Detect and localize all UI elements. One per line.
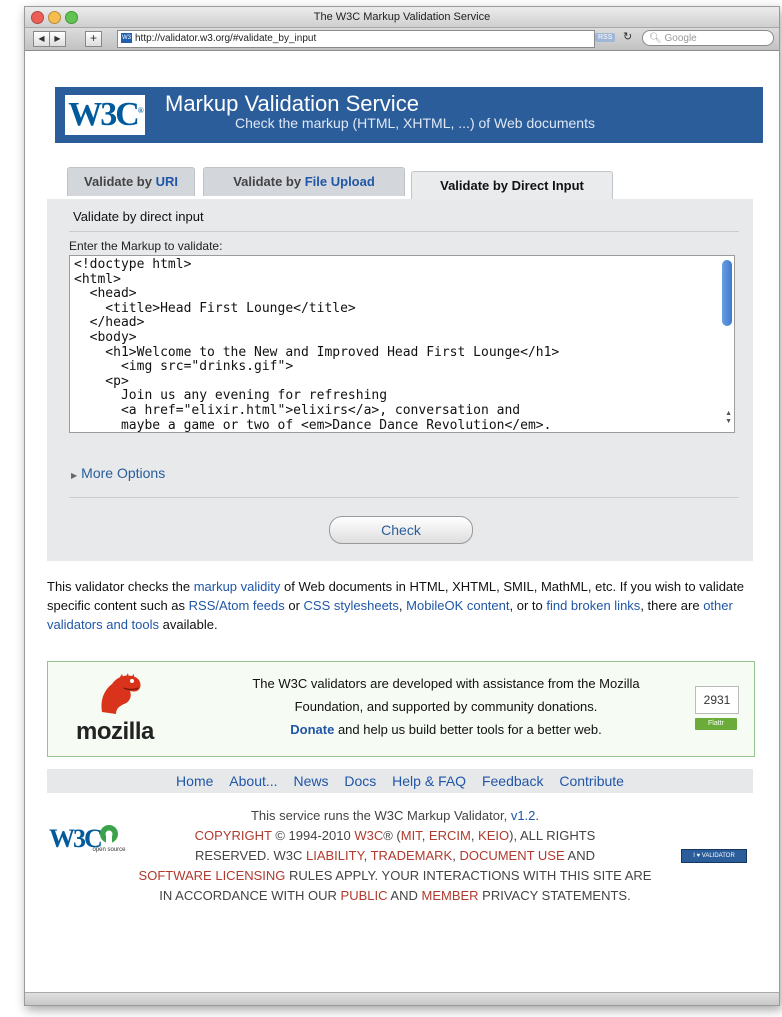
nav-docs-link[interactable]: Docs (344, 773, 376, 789)
validation-tabs: Validate by URI Validate by File Upload … (57, 161, 761, 202)
back-button[interactable]: ◀ (33, 31, 50, 47)
validator-version-link[interactable]: v1.2 (511, 808, 536, 823)
flattr-button[interactable]: Flattr (695, 718, 737, 730)
nav-help-faq-link[interactable]: Help & FAQ (392, 773, 466, 789)
address-bar[interactable]: W3 http://validator.w3.org/#validate_by_i… (117, 30, 595, 48)
markup-validity-link[interactable]: markup validity (194, 579, 281, 594)
intro-text: This validator checks the markup validit… (47, 579, 744, 632)
nav-news-link[interactable]: News (293, 773, 328, 789)
public-link[interactable]: PUBLIC (341, 888, 388, 903)
close-window-icon[interactable] (31, 11, 44, 24)
scrollbar-thumb[interactable] (722, 260, 732, 326)
markup-text: <!doctype html> <html> <head> <title>Hea… (74, 257, 560, 433)
mobileok-link[interactable]: MobileOK content (406, 598, 509, 613)
title-bar: The W3C Markup Validation Service (25, 7, 779, 28)
ercim-link[interactable]: ERCIM (429, 828, 471, 843)
page-content: W3C® Markup Validation Service Check the… (25, 51, 779, 1005)
browser-window: The W3C Markup Validation Service ◀ ▶ + … (24, 6, 780, 1006)
minimize-window-icon[interactable] (48, 11, 61, 24)
tab-validate-by-direct-input[interactable]: Validate by Direct Input (411, 171, 613, 202)
nav-home-link[interactable]: Home (176, 773, 213, 789)
scroll-arrows-icon[interactable]: ▲ ▼ (725, 410, 732, 426)
document-use-link[interactable]: DOCUMENT USE (459, 848, 564, 863)
member-link[interactable]: MEMBER (421, 888, 478, 903)
find-broken-links-link[interactable]: find broken links (546, 598, 640, 613)
rss-icon[interactable]: RSS (595, 33, 616, 42)
footer-nav: Home About... News Docs Help & FAQ Feedb… (47, 769, 753, 793)
form-heading: Validate by direct input (73, 209, 204, 224)
i-love-validator-badge[interactable]: I ♥ VALIDATOR (681, 849, 747, 863)
donate-link[interactable]: Donate (290, 722, 334, 737)
status-bar (25, 992, 779, 1005)
rss-atom-feeds-link[interactable]: RSS/Atom feeds (189, 598, 285, 613)
url-text: http://validator.w3.org/#validate_by_inp… (135, 33, 317, 44)
search-icon: 🔍︎ (649, 33, 662, 44)
w3c-logo[interactable]: W3C® (65, 95, 145, 135)
tab-validate-by-uri[interactable]: Validate by URI (67, 167, 195, 196)
mozilla-wordmark[interactable]: mozilla (76, 718, 154, 746)
tab-validate-by-file-upload[interactable]: Validate by File Upload (203, 167, 405, 196)
liability-link[interactable]: LIABILITY (306, 848, 364, 863)
software-licensing-link[interactable]: SOFTWARE LICENSING (139, 868, 286, 883)
trademark-link[interactable]: TRADEMARK (371, 848, 453, 863)
mozilla-sponsor-box: mozilla The W3C validators are developed… (47, 661, 755, 757)
check-button[interactable]: Check (329, 516, 473, 544)
disclosure-triangle-icon: ▶ (71, 471, 78, 480)
page-title: Markup Validation Service (165, 91, 419, 116)
mit-link[interactable]: MIT (401, 828, 422, 843)
search-field[interactable]: 🔍︎ Google (642, 30, 774, 46)
zoom-window-icon[interactable] (65, 11, 78, 24)
favicon-icon: W3 (121, 33, 132, 44)
window-title: The W3C Markup Validation Service (313, 11, 491, 23)
divider (69, 231, 739, 232)
nav-about-link[interactable]: About... (229, 773, 277, 789)
keio-link[interactable]: KEIO (478, 828, 509, 843)
w3c-link[interactable]: W3C (354, 828, 383, 843)
search-placeholder: Google (664, 33, 697, 44)
browser-toolbar: ◀ ▶ + W3 http://validator.w3.org/#validat… (25, 28, 779, 51)
mozilla-dinosaur-icon[interactable] (94, 672, 146, 716)
nav-feedback-link[interactable]: Feedback (482, 773, 543, 789)
legal-footer: This service runs the W3C Markup Validat… (138, 808, 652, 903)
markup-field-label: Enter the Markup to validate: (69, 239, 223, 253)
window-controls (31, 11, 78, 24)
divider (69, 497, 739, 498)
more-options-toggle[interactable]: ▶ More Options (71, 465, 165, 481)
nav-contribute-link[interactable]: Contribute (559, 773, 624, 789)
mozilla-message: The W3C validators are developed with as… (252, 676, 640, 737)
css-stylesheets-link[interactable]: CSS stylesheets (304, 598, 399, 613)
page-subtitle: Check the markup (HTML, XHTML, ...) of W… (235, 115, 595, 131)
copyright-link[interactable]: COPYRIGHT (195, 828, 272, 843)
new-tab-button[interactable]: + (85, 31, 102, 47)
markup-input[interactable]: <!doctype html> <html> <head> <title>Hea… (69, 255, 735, 433)
header-banner: W3C® Markup Validation Service Check the… (55, 87, 763, 143)
direct-input-panel: Validate by direct input Enter the Marku… (47, 199, 753, 561)
reload-icon[interactable]: ↻ (623, 30, 632, 43)
donation-count: 2931 (695, 686, 739, 714)
forward-button[interactable]: ▶ (49, 31, 66, 47)
